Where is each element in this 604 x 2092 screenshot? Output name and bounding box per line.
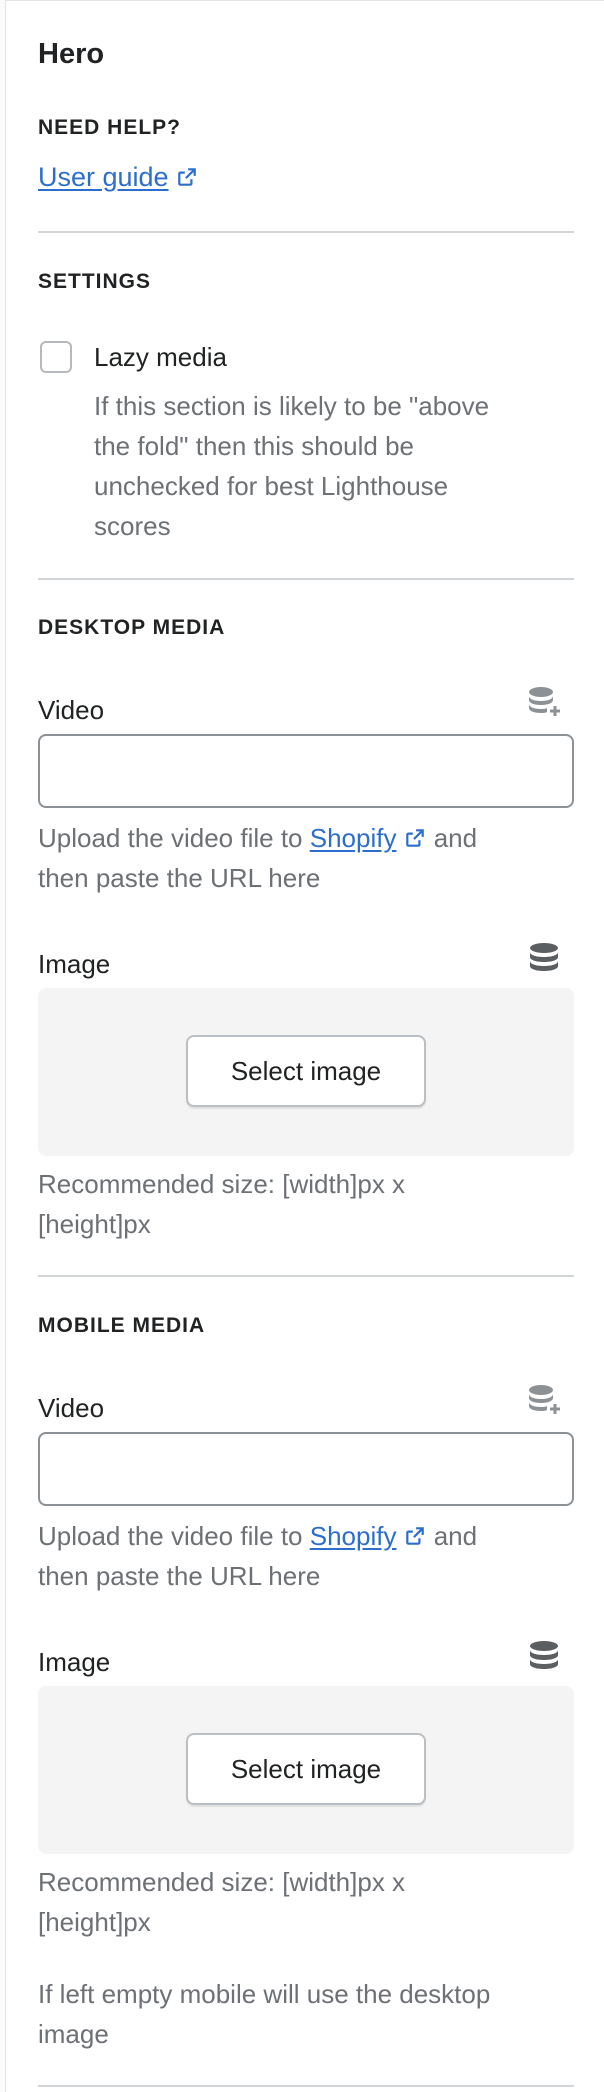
mobile-image-help-line: [height]px	[38, 1907, 151, 1937]
desktop-video-help: Upload the video file to Shopify and the…	[38, 818, 477, 898]
lazy-media-help-line: unchecked for best Lighthouse	[94, 471, 449, 501]
desktop-image-help-line: [height]px	[38, 1209, 151, 1239]
panel-title: Hero	[38, 38, 105, 70]
lazy-media-checkbox[interactable]	[40, 341, 72, 373]
desktop-video-input[interactable]	[38, 734, 574, 808]
mobile-select-image-button[interactable]: Select image	[186, 1733, 426, 1805]
user-guide-link[interactable]: User guide	[38, 162, 198, 193]
settings-heading: SETTINGS	[38, 270, 152, 293]
divider	[38, 1275, 574, 1277]
external-link-icon	[406, 829, 425, 847]
dynamic-source-icon[interactable]	[526, 1638, 562, 1674]
shopify-link[interactable]: Shopify	[310, 1521, 397, 1551]
mobile-image-note-line: image	[38, 2019, 109, 2049]
desktop-image-picker: Select image	[38, 988, 574, 1156]
shopify-link[interactable]: Shopify	[310, 823, 397, 853]
dynamic-source-add-icon[interactable]	[526, 1382, 562, 1418]
user-guide-link-label: User guide	[38, 162, 169, 192]
dynamic-source-icon[interactable]	[526, 940, 562, 976]
mobile-video-help-prefix: Upload the video file to	[38, 1521, 310, 1551]
external-link-icon	[178, 168, 196, 186]
mobile-image-help-line: Recommended size: [width]px x	[38, 1867, 406, 1897]
desktop-video-help-line1: Upload the video file to Shopify and	[38, 818, 477, 858]
dynamic-source-add-icon[interactable]	[526, 684, 562, 720]
external-link-icon	[406, 1527, 425, 1545]
desktop-media-heading: DESKTOP MEDIA	[38, 616, 226, 639]
mobile-video-help-line1: Upload the video file to Shopify and	[38, 1516, 477, 1556]
top-border	[0, 0, 604, 1]
left-border	[0, 0, 6, 2092]
desktop-select-image-button[interactable]: Select image	[186, 1035, 426, 1107]
mobile-image-help: Recommended size: [width]px x [height]px	[38, 1862, 405, 1942]
desktop-image-help-line: Recommended size: [width]px x	[38, 1169, 406, 1199]
lazy-media-help-line: the fold" then this should be	[94, 431, 415, 461]
mobile-media-heading: MOBILE MEDIA	[38, 1314, 206, 1337]
mobile-image-label: Image	[38, 1647, 111, 1677]
need-help-heading: NEED HELP?	[38, 116, 182, 139]
lazy-media-label: Lazy media	[94, 342, 227, 372]
mobile-video-help-suffix: and	[426, 1521, 478, 1551]
desktop-video-help-suffix: and	[426, 823, 478, 853]
mobile-video-help-line2: then paste the URL here	[38, 1561, 321, 1591]
lazy-media-help: If this section is likely to be "above t…	[94, 386, 489, 546]
mobile-image-note-line: If left empty mobile will use the deskto…	[38, 1979, 491, 2009]
divider	[38, 578, 574, 580]
lazy-media-help-line: scores	[94, 511, 171, 541]
desktop-video-label: Video	[38, 695, 105, 725]
mobile-video-label: Video	[38, 1393, 105, 1423]
mobile-video-help: Upload the video file to Shopify and the…	[38, 1516, 477, 1596]
divider	[38, 2085, 574, 2087]
desktop-image-label: Image	[38, 949, 111, 979]
desktop-video-help-line2: then paste the URL here	[38, 863, 321, 893]
divider	[38, 231, 574, 233]
desktop-image-help: Recommended size: [width]px x [height]px	[38, 1164, 405, 1244]
mobile-video-input[interactable]	[38, 1432, 574, 1506]
mobile-image-picker: Select image	[38, 1686, 574, 1854]
desktop-video-help-prefix: Upload the video file to	[38, 823, 310, 853]
lazy-media-help-line: If this section is likely to be "above	[94, 391, 490, 421]
mobile-image-note: If left empty mobile will use the deskto…	[38, 1974, 490, 2054]
